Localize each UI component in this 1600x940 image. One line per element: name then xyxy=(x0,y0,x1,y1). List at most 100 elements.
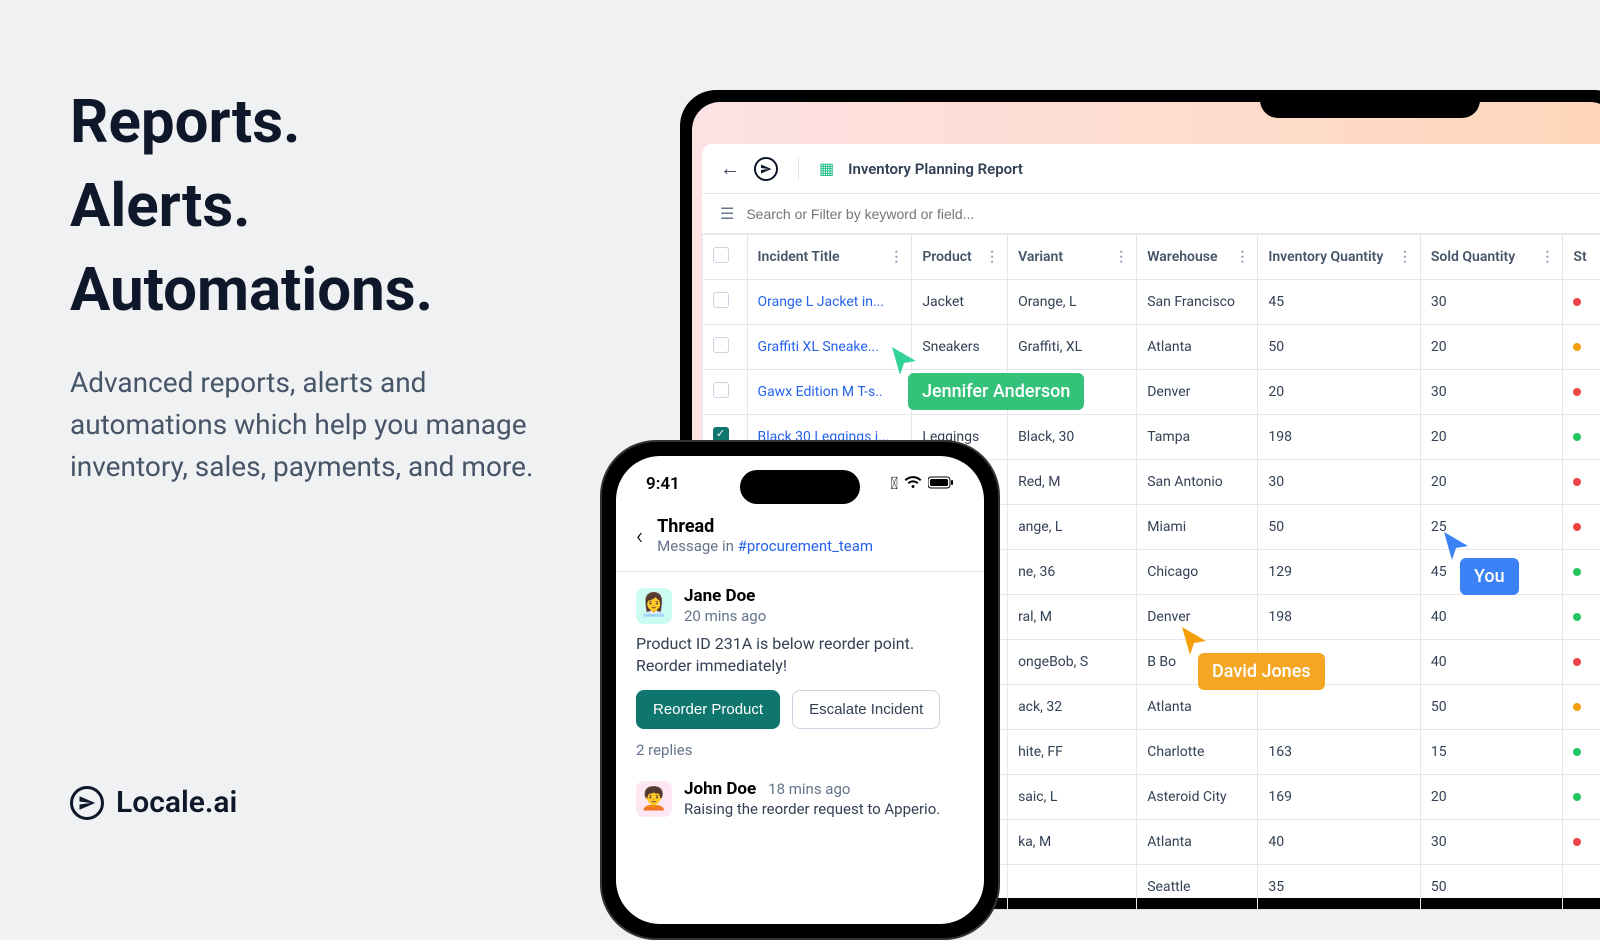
sold-cell: 20 xyxy=(1420,460,1563,505)
variant-cell: Red, M xyxy=(1008,460,1137,505)
cursor-label: David Jones xyxy=(1198,653,1325,690)
replies-count[interactable]: 2 replies xyxy=(636,741,964,759)
variant-cell: ack, 32 xyxy=(1008,685,1137,730)
inventory-cell: 129 xyxy=(1258,550,1421,595)
col-warehouse[interactable]: Warehouse⋮ xyxy=(1137,235,1258,280)
table-row[interactable]: Graffiti XL Sneake... Sneakers Graffiti,… xyxy=(703,325,1600,370)
status-cell xyxy=(1563,550,1600,595)
incident-title-cell[interactable]: Graffiti XL Sneake... xyxy=(747,325,912,370)
inventory-cell: 20 xyxy=(1258,370,1421,415)
status-cell xyxy=(1563,505,1600,550)
col-variant[interactable]: Variant⋮ xyxy=(1008,235,1137,280)
hero-line1: Reports. xyxy=(70,80,590,164)
table-row[interactable]: Gawx Edition M T-s.. dition, M Denver 20… xyxy=(703,370,1600,415)
row-checkbox[interactable] xyxy=(713,382,729,398)
warehouse-cell: San Francisco xyxy=(1137,280,1258,325)
avatar: 🧑‍🦱 xyxy=(636,781,672,817)
back-arrow-icon[interactable]: ← xyxy=(720,156,740,181)
sold-cell: 20 xyxy=(1420,775,1563,820)
status-cell xyxy=(1563,460,1600,505)
warehouse-cell: Atlanta xyxy=(1137,820,1258,865)
header-checkbox[interactable] xyxy=(703,235,748,280)
status-cell xyxy=(1563,325,1600,370)
cursor-label: You xyxy=(1460,558,1519,595)
sold-cell: 20 xyxy=(1420,415,1563,460)
table-row[interactable]: Orange L Jacket in... Jacket Orange, L S… xyxy=(703,280,1600,325)
incident-title-cell[interactable]: Gawx Edition M T-s.. xyxy=(747,370,912,415)
escalate-incident-button[interactable]: Escalate Incident xyxy=(792,690,940,729)
col-inventory-qty[interactable]: Inventory Quantity⋮ xyxy=(1258,235,1421,280)
status-dot-icon xyxy=(1573,748,1581,756)
message-time: 20 mins ago xyxy=(684,607,766,625)
battery-icon xyxy=(928,474,954,494)
message-1: 👩‍💼 Jane Doe 20 mins ago Product ID 231A… xyxy=(616,572,984,773)
status-dot-icon xyxy=(1573,433,1581,441)
inventory-cell: 30 xyxy=(1258,460,1421,505)
inventory-cell: 50 xyxy=(1258,325,1421,370)
status-dot-icon xyxy=(1573,613,1581,621)
status-cell xyxy=(1563,640,1600,685)
status-dot-icon xyxy=(1573,523,1581,531)
sold-cell: 50 xyxy=(1420,865,1563,910)
warehouse-cell: Atlanta xyxy=(1137,325,1258,370)
status-dot-icon xyxy=(1573,838,1581,846)
inventory-cell xyxy=(1258,685,1421,730)
brand-name: Locale.ai xyxy=(116,785,237,820)
collab-cursor-green: Jennifer Anderson xyxy=(890,345,1084,410)
search-input[interactable] xyxy=(746,206,1590,222)
variant-cell: ongeBob, S xyxy=(1008,640,1137,685)
app-logo-icon[interactable] xyxy=(754,157,778,181)
status-cell xyxy=(1563,370,1600,415)
collab-cursor-blue: You xyxy=(1442,530,1519,595)
warehouse-cell: Charlotte xyxy=(1137,730,1258,775)
status-dot-icon xyxy=(1573,658,1581,666)
col-product[interactable]: Product⋮ xyxy=(912,235,1008,280)
status-cell xyxy=(1563,865,1600,910)
product-cell: Jacket xyxy=(912,280,1008,325)
inventory-cell: 198 xyxy=(1258,415,1421,460)
paper-plane-icon xyxy=(70,786,104,820)
message-time: 18 mins ago xyxy=(768,780,850,798)
variant-cell: saic, L xyxy=(1008,775,1137,820)
sold-cell: 30 xyxy=(1420,820,1563,865)
search-bar: ☰ xyxy=(702,194,1600,234)
variant-cell: ange, L xyxy=(1008,505,1137,550)
phone-time: 9:41 xyxy=(646,474,680,494)
warehouse-cell: Asteroid City xyxy=(1137,775,1258,820)
reorder-product-button[interactable]: Reorder Product xyxy=(636,690,780,729)
avatar: 👩‍💼 xyxy=(636,588,672,624)
hero-line2: Alerts. xyxy=(70,164,590,248)
phone-frame: 9:41 􀙇 ‹ Thread Message in #procurement_… xyxy=(600,440,1000,940)
filter-icon[interactable]: ☰ xyxy=(720,204,734,223)
inventory-cell: 50 xyxy=(1258,505,1421,550)
channel-link[interactable]: #procurement_team xyxy=(738,537,873,555)
col-status[interactable]: St xyxy=(1563,235,1600,280)
col-sold-qty[interactable]: Sold Quantity⋮ xyxy=(1420,235,1563,280)
warehouse-cell: Atlanta xyxy=(1137,685,1258,730)
warehouse-cell: San Antonio xyxy=(1137,460,1258,505)
variant-cell: hite, FF xyxy=(1008,730,1137,775)
wifi-icon xyxy=(904,474,922,494)
status-dot-icon xyxy=(1573,568,1581,576)
dynamic-island xyxy=(740,470,860,504)
row-checkbox[interactable] xyxy=(713,292,729,308)
inventory-cell: 163 xyxy=(1258,730,1421,775)
variant-cell: Orange, L xyxy=(1008,280,1137,325)
collab-cursor-orange: David Jones xyxy=(1180,625,1325,690)
status-cell xyxy=(1563,595,1600,640)
message-2: 🧑‍🦱 John Doe 18 mins ago Raising the reo… xyxy=(616,773,984,842)
status-dot-icon xyxy=(1573,478,1581,486)
report-title: Inventory Planning Report xyxy=(848,160,1023,178)
warehouse-cell: Chicago xyxy=(1137,550,1258,595)
sold-cell: 40 xyxy=(1420,595,1563,640)
incident-title-cell[interactable]: Orange L Jacket in... xyxy=(747,280,912,325)
thread-back-icon[interactable]: ‹ xyxy=(636,522,643,550)
warehouse-cell: Seattle xyxy=(1137,865,1258,910)
col-incident-title[interactable]: Incident Title⋮ xyxy=(747,235,912,280)
sold-cell: 20 xyxy=(1420,325,1563,370)
sold-cell: 30 xyxy=(1420,370,1563,415)
inventory-cell: 169 xyxy=(1258,775,1421,820)
row-checkbox[interactable] xyxy=(713,337,729,353)
sold-cell: 30 xyxy=(1420,280,1563,325)
thread-subtitle: Message in #procurement_team xyxy=(657,537,873,555)
